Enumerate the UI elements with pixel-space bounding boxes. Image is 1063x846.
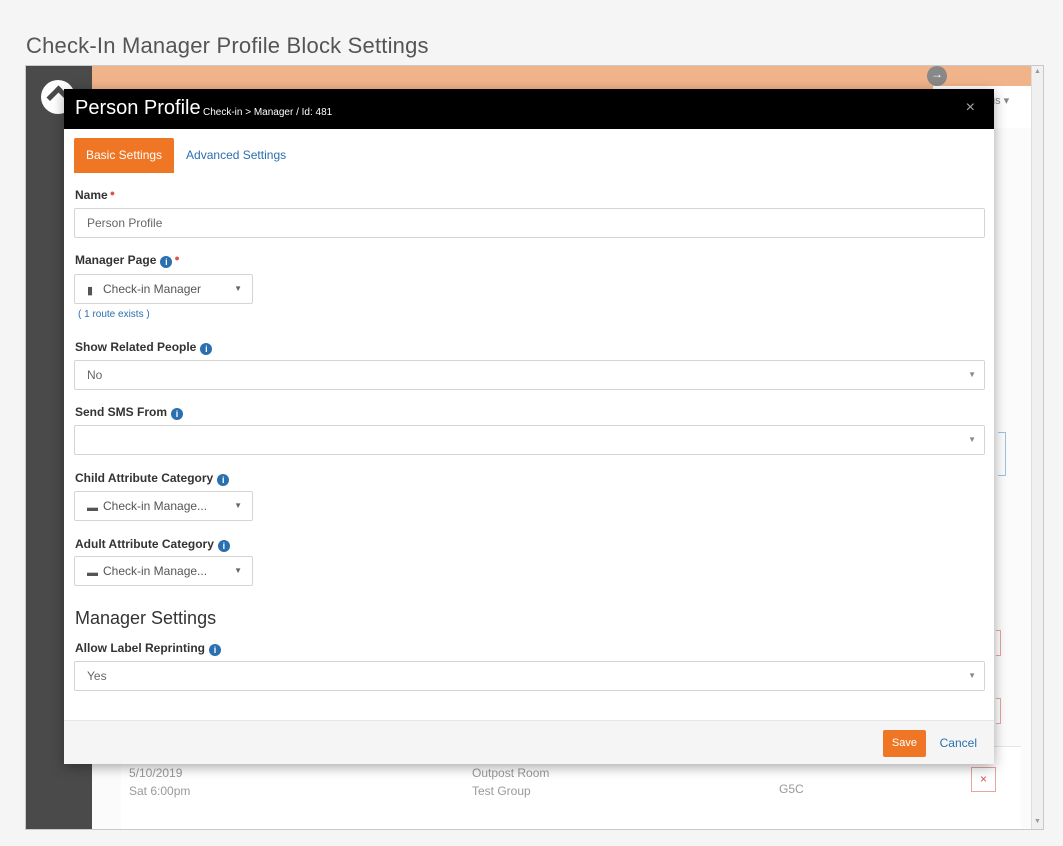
caret-down-icon: ▼ bbox=[968, 671, 976, 680]
folder-icon: ▬ bbox=[87, 567, 98, 579]
button-edge bbox=[996, 630, 1001, 656]
cancel-button[interactable]: Cancel bbox=[940, 730, 977, 757]
doc-title: Check-In Manager Profile Block Settings bbox=[26, 33, 429, 58]
caret-down-icon: ▼ bbox=[234, 284, 242, 293]
child-attribute-label-text: Child Attribute Category bbox=[75, 471, 214, 485]
route-link[interactable]: ( 1 route exists ) bbox=[78, 309, 150, 320]
allow-reprint-label: Allow Label Reprinting i bbox=[75, 641, 222, 656]
info-icon[interactable]: i bbox=[171, 408, 184, 420]
name-input[interactable]: Person Profile bbox=[74, 208, 985, 238]
required-marker: ● bbox=[109, 188, 116, 198]
manager-page-label: Manager Page i ● bbox=[75, 253, 180, 268]
block-settings-modal: Person Profile Check-in > Manager / Id: … bbox=[64, 89, 994, 764]
show-related-select[interactable]: No ▼ bbox=[74, 360, 985, 390]
send-sms-select[interactable]: ▼ bbox=[74, 425, 985, 455]
settings-tabs: Basic Settings Advanced Settings bbox=[74, 138, 298, 173]
close-icon[interactable]: × bbox=[966, 99, 975, 117]
attendance-group-value: Test Group bbox=[472, 784, 531, 798]
required-marker: ● bbox=[174, 253, 180, 263]
caret-down-icon: ▼ bbox=[968, 370, 976, 379]
attendance-date: 5/10/2019 Sat 6:00pm bbox=[129, 764, 190, 800]
tab-basic-settings[interactable]: Basic Settings bbox=[74, 138, 175, 173]
send-sms-label-text: Send SMS From bbox=[75, 405, 168, 419]
name-label-text: Name bbox=[75, 188, 108, 202]
child-attribute-picker[interactable]: ▬ Check-in Manage... ▼ bbox=[74, 491, 253, 521]
name-label: Name ● bbox=[75, 188, 115, 202]
manager-page-label-text: Manager Page bbox=[75, 253, 157, 267]
scroll-down-icon[interactable]: ▼ bbox=[1034, 818, 1041, 825]
forward-circle-icon[interactable] bbox=[927, 66, 947, 86]
remove-attendance-button[interactable]: × bbox=[971, 767, 996, 792]
info-icon[interactable]: i bbox=[217, 474, 230, 486]
info-icon[interactable]: i bbox=[209, 644, 222, 656]
save-button[interactable]: Save bbox=[882, 730, 926, 757]
modal-header: Person Profile Check-in > Manager / Id: … bbox=[64, 89, 994, 129]
manager-page-value: Check-in Manager bbox=[103, 282, 202, 296]
manager-settings-heading: Manager Settings bbox=[75, 608, 217, 628]
folder-icon: ▬ bbox=[87, 502, 98, 514]
caret-down-icon: ▼ bbox=[234, 566, 242, 575]
panel-edge bbox=[998, 432, 1006, 476]
button-edge bbox=[996, 698, 1001, 724]
attendance-time-value: Sat 6:00pm bbox=[129, 784, 191, 798]
attendance-date-value: 5/10/2019 bbox=[129, 766, 183, 780]
adult-attribute-label: Adult Attribute Category i bbox=[75, 537, 230, 552]
modal-title: Person Profile bbox=[75, 97, 201, 119]
child-attribute-value: Check-in Manage... bbox=[103, 499, 208, 513]
modal-footer: Save Cancel bbox=[64, 720, 994, 764]
scroll-up-icon[interactable]: ▲ bbox=[1034, 68, 1041, 75]
manager-page-picker[interactable]: ▮ Check-in Manager ▼ bbox=[74, 274, 253, 304]
allow-reprint-value: Yes bbox=[87, 669, 107, 683]
child-attribute-label: Child Attribute Category i bbox=[75, 471, 230, 486]
tab-advanced-settings[interactable]: Advanced Settings bbox=[174, 138, 298, 173]
caret-down-icon: ▼ bbox=[234, 501, 242, 510]
attendance-location: Outpost Room Test Group bbox=[472, 764, 549, 800]
allow-reprint-select[interactable]: Yes ▼ bbox=[74, 661, 985, 691]
adult-attribute-label-text: Adult Attribute Category bbox=[75, 537, 214, 551]
send-sms-label: Send SMS From i bbox=[75, 405, 184, 420]
allow-reprint-label-text: Allow Label Reprinting bbox=[75, 641, 206, 655]
scrollbar[interactable]: ▲ ▼ bbox=[1031, 66, 1043, 829]
attendance-code: G5C bbox=[779, 782, 804, 796]
show-related-label-text: Show Related People bbox=[75, 340, 197, 354]
info-icon[interactable]: i bbox=[200, 343, 213, 355]
caret-down-icon: ▼ bbox=[968, 435, 976, 444]
adult-attribute-picker[interactable]: ▬ Check-in Manage... ▼ bbox=[74, 556, 253, 586]
adult-attribute-value: Check-in Manage... bbox=[103, 564, 208, 578]
modal-breadcrumb: Check-in > Manager / Id: 481 bbox=[203, 107, 333, 118]
show-related-label: Show Related People i bbox=[75, 340, 213, 355]
info-icon[interactable]: i bbox=[217, 540, 230, 552]
show-related-value: No bbox=[87, 368, 103, 382]
info-icon[interactable]: i bbox=[160, 256, 173, 268]
page-icon: ▮ bbox=[87, 285, 94, 297]
attendance-room-value: Outpost Room bbox=[472, 766, 550, 780]
